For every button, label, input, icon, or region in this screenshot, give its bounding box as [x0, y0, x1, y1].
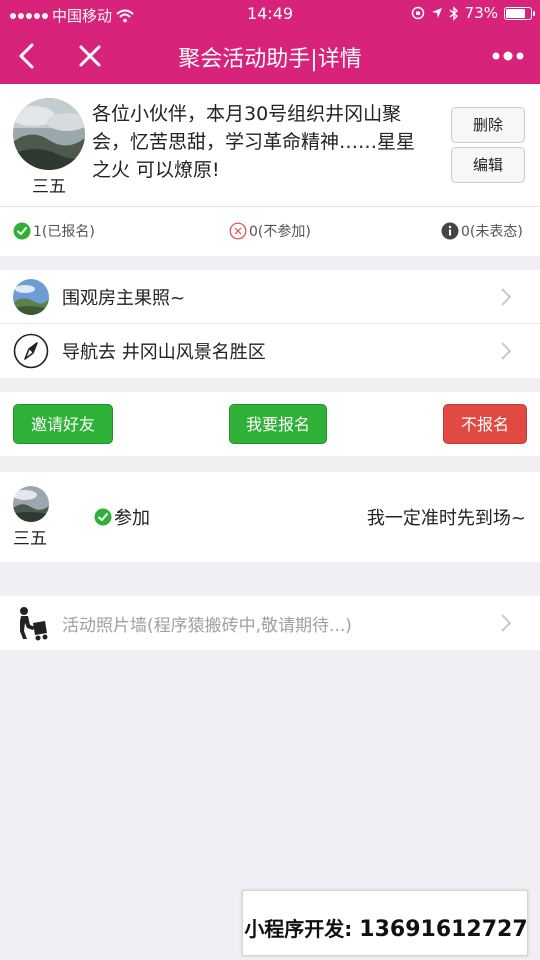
contact-prefix: 小程序开发: — [244, 917, 353, 941]
signup-button[interactable]: 我要报名 — [229, 404, 327, 444]
participant-status: 参加 — [94, 504, 150, 530]
info-circle-icon — [441, 222, 459, 240]
landscape-thumbnail-icon — [13, 279, 49, 315]
photo-wall-item[interactable]: 活动照片墙(程序猿搬砖中,敬请期待...) — [0, 596, 540, 650]
chevron-right-icon — [501, 614, 512, 632]
more-dots-icon[interactable] — [488, 36, 528, 76]
stat-declined: 0(不参加) — [229, 221, 311, 241]
chevron-right-icon — [501, 342, 512, 360]
compass-icon — [13, 333, 49, 369]
owner-avatar[interactable] — [13, 98, 85, 170]
participant-message: 我一定准时先到场~ — [366, 508, 526, 529]
edit-button[interactable]: 编辑 — [451, 147, 525, 183]
status-right: 73% — [411, 4, 535, 22]
participant-name: 三五 — [13, 529, 47, 549]
owner-name: 三五 — [32, 177, 66, 197]
list-item-navigate[interactable]: 导航去 井冈山风景名胜区 — [0, 324, 540, 378]
worker-icon — [20, 607, 48, 641]
check-circle-icon — [13, 222, 31, 240]
activity-card: 三五 各位小伙伴，本月30号组织井冈山聚会，忆苦思甜，学习革命精神……星星之火 … — [0, 84, 540, 256]
stat-joined: 1(已报名) — [13, 221, 95, 241]
chevron-right-icon — [501, 288, 512, 306]
activity-description: 各位小伙伴，本月30号组织井冈山聚会，忆苦思甜，学习革命精神……星星之火 可以燎… — [92, 103, 416, 181]
decline-button[interactable]: 不报名 — [443, 404, 527, 444]
bluetooth-icon — [449, 5, 458, 21]
battery-percent: 73% — [464, 4, 498, 22]
battery-icon — [504, 6, 535, 20]
action-bar: 邀请好友 我要报名 不报名 — [0, 392, 540, 456]
list-item-label: 导航去 井冈山风景名胜区 — [62, 342, 266, 363]
list-item-label: 围观房主果照~ — [62, 288, 186, 309]
delete-button[interactable]: 删除 — [451, 107, 525, 143]
nav-bar: 聚会活动助手|详情 — [0, 28, 540, 84]
location-icon — [431, 8, 442, 18]
lock-rotation-icon — [411, 6, 424, 20]
list-item-owner-photo[interactable]: 围观房主果照~ — [0, 270, 540, 324]
stat-undecided: 0(未表态) — [441, 221, 523, 241]
contact-text: 小程序开发: 13691612727 — [243, 913, 529, 942]
status-bar: 中国移动 14:49 73% — [0, 0, 540, 28]
stat-declined-text: 0(不参加) — [249, 224, 311, 240]
stat-joined-text: 1(已报名) — [33, 224, 95, 240]
page-title: 聚会活动助手|详情 — [178, 47, 362, 72]
links-list: 围观房主果照~ 导航去 井冈山风景名胜区 — [0, 270, 540, 378]
participant-status-text: 参加 — [114, 508, 150, 529]
contact-banner: 小程序开发: 13691612727 — [242, 890, 528, 956]
stat-undecided-text: 0(未表态) — [461, 224, 523, 240]
check-circle-icon — [94, 508, 112, 526]
invite-friends-button[interactable]: 邀请好友 — [13, 404, 113, 444]
photo-wall-label: 活动照片墙(程序猿搬砖中,敬请期待...) — [62, 616, 352, 636]
avatar[interactable] — [13, 486, 49, 522]
divider — [0, 206, 540, 207]
participants-list: 三五 参加 我一定准时先到场~ — [0, 472, 540, 562]
contact-phone: 13691612727 — [359, 917, 528, 942]
cross-circle-icon — [229, 222, 247, 240]
